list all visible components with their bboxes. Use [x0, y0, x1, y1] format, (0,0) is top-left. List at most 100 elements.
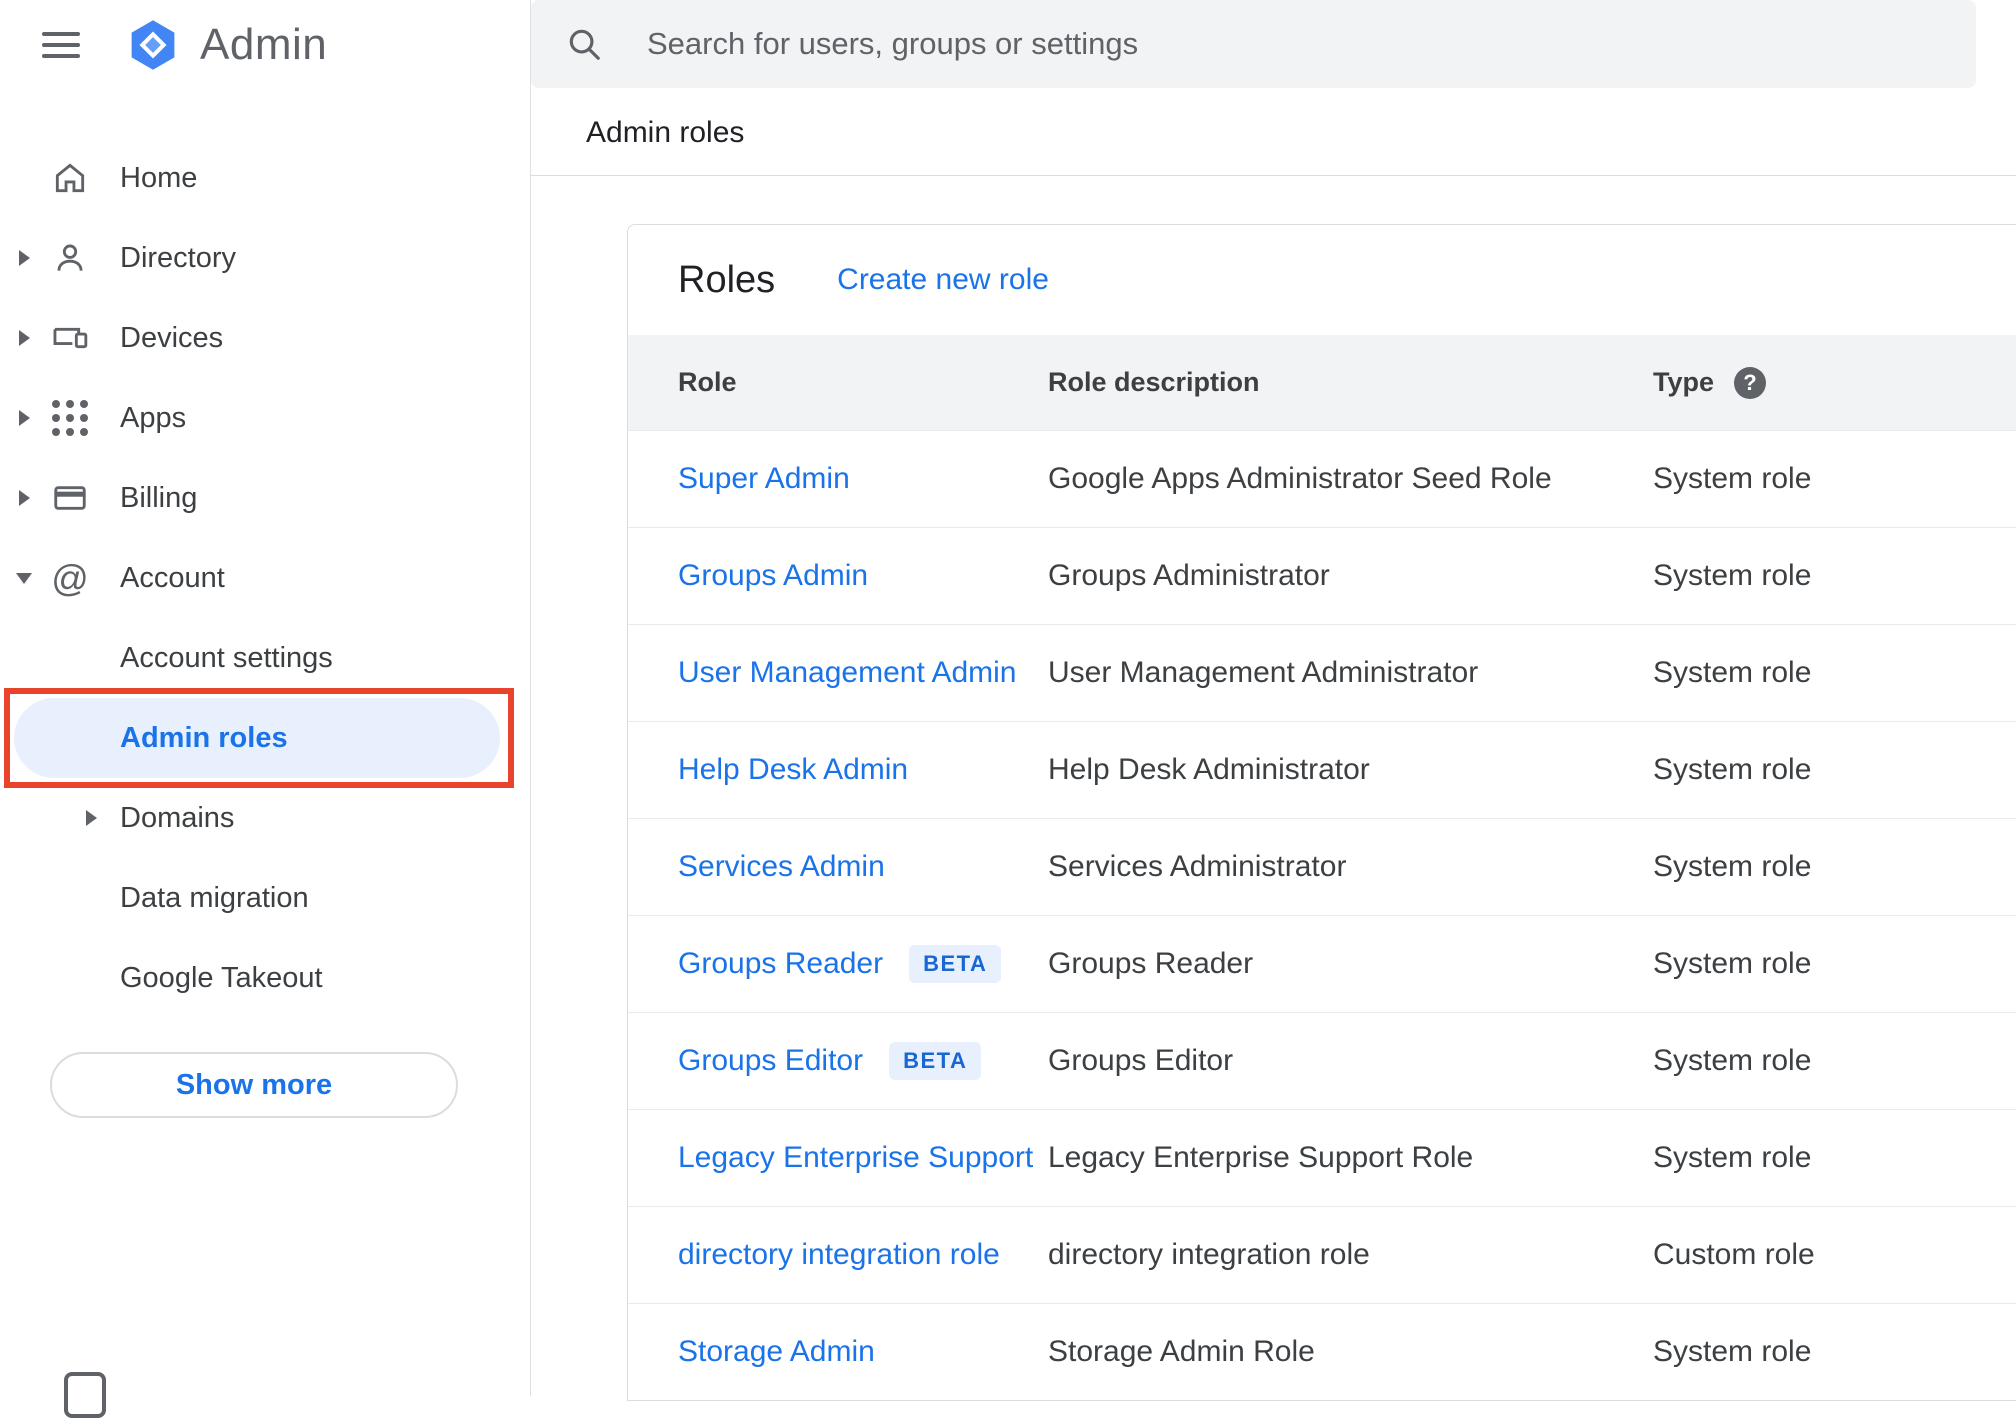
- sidebar-item-label: Apps: [120, 401, 187, 434]
- sidebar-item-google-takeout[interactable]: Google Takeout: [0, 938, 530, 1018]
- sidebar-item-devices[interactable]: Devices: [0, 298, 530, 378]
- table-row: Storage Admin Storage Admin Role System …: [628, 1303, 2016, 1400]
- sidebar-item-label: Home: [120, 161, 198, 194]
- role-type: System role: [1653, 753, 1812, 786]
- search-input[interactable]: [645, 25, 1942, 63]
- admin-logo[interactable]: Admin: [126, 18, 327, 72]
- apps-grid-icon: [48, 400, 92, 436]
- table-row: Groups Editor BETA Groups Editor System …: [628, 1012, 2016, 1109]
- column-header-description: Role description: [1048, 367, 1260, 397]
- role-description: User Management Administrator: [1048, 656, 1479, 689]
- role-type: System role: [1653, 462, 1812, 495]
- sidebar-item-apps[interactable]: Apps: [0, 378, 530, 458]
- table-row: Super Admin Google Apps Administrator Se…: [628, 430, 2016, 527]
- partial-sidebar-icon: [64, 1372, 106, 1418]
- role-description: Google Apps Administrator Seed Role: [1048, 462, 1552, 495]
- role-description: Groups Reader: [1048, 947, 1254, 980]
- sidebar-item-label: Directory: [120, 241, 237, 274]
- sidebar-item-label: Devices: [120, 321, 224, 354]
- card-title: Roles: [678, 258, 776, 301]
- help-icon[interactable]: ?: [1734, 366, 1767, 399]
- chevron-right-icon[interactable]: [0, 250, 48, 266]
- credit-card-icon: [48, 479, 92, 517]
- show-more-button[interactable]: Show more: [50, 1052, 458, 1118]
- chevron-down-icon[interactable]: [0, 572, 48, 584]
- hamburger-menu-icon[interactable]: [42, 32, 80, 58]
- beta-badge: BETA: [889, 1042, 982, 1080]
- chevron-right-icon[interactable]: [0, 410, 48, 426]
- sidebar-item-admin-roles[interactable]: Admin roles: [4, 688, 514, 788]
- sidebar-item-label: Data migration: [120, 881, 309, 914]
- table-row: Groups Admin Groups Administrator System…: [628, 527, 2016, 624]
- role-type: System role: [1653, 656, 1812, 689]
- admin-logo-icon: [131, 20, 175, 70]
- role-type: System role: [1653, 1141, 1812, 1174]
- role-link[interactable]: Super Admin: [678, 462, 850, 496]
- sidebar-item-label: Domains: [120, 801, 235, 834]
- column-header-role: Role: [678, 367, 737, 397]
- chevron-right-icon[interactable]: [0, 330, 48, 346]
- person-icon: [48, 239, 92, 277]
- at-sign-icon: @: [51, 557, 89, 599]
- role-link[interactable]: Help Desk Admin: [678, 753, 908, 787]
- sidebar-item-domains[interactable]: Domains: [0, 778, 530, 858]
- sidebar-item-label: Account: [120, 561, 225, 594]
- sidebar-item-billing[interactable]: Billing: [0, 458, 530, 538]
- sidebar-item-label: Google Takeout: [120, 961, 323, 994]
- breadcrumb: Admin roles: [586, 115, 745, 149]
- sidebar-item-label: Billing: [120, 481, 198, 514]
- role-link[interactable]: Storage Admin: [678, 1335, 875, 1369]
- role-link[interactable]: User Management Admin: [678, 656, 1017, 690]
- sidebar-header: Admin: [0, 0, 530, 90]
- role-description: Help Desk Administrator: [1048, 753, 1370, 786]
- role-type: System role: [1653, 1044, 1812, 1077]
- column-header-type-label: Type: [1653, 367, 1715, 397]
- search-bar[interactable]: [531, 0, 1976, 88]
- role-description: Storage Admin Role: [1048, 1335, 1315, 1368]
- sidebar-item-account-settings[interactable]: Account settings: [0, 618, 530, 698]
- role-type: System role: [1653, 947, 1812, 980]
- column-header-type: Type ?: [1653, 366, 2016, 399]
- chevron-right-icon[interactable]: [86, 810, 120, 826]
- role-link[interactable]: Groups Admin: [678, 559, 868, 593]
- main-content: Admin roles Roles Create new role Role R…: [530, 0, 2016, 1401]
- role-link[interactable]: Services Admin: [678, 850, 885, 884]
- home-icon: [48, 159, 92, 197]
- table-row: User Management Admin User Management Ad…: [628, 624, 2016, 721]
- create-new-role-link[interactable]: Create new role: [837, 263, 1049, 297]
- table-row: directory integration role directory int…: [628, 1206, 2016, 1303]
- role-description: directory integration role: [1048, 1238, 1370, 1271]
- role-description: Services Administrator: [1048, 850, 1347, 883]
- role-type: System role: [1653, 1335, 1812, 1368]
- sidebar: Admin Home Directory Devices Apps Billin…: [0, 0, 530, 1418]
- sidebar-item-data-migration[interactable]: Data migration: [0, 858, 530, 938]
- role-type: Custom role: [1653, 1238, 1815, 1271]
- devices-icon: [48, 319, 92, 357]
- table-row: Groups Reader BETA Groups Reader System …: [628, 915, 2016, 1012]
- chevron-right-icon[interactable]: [0, 490, 48, 506]
- sidebar-item-account[interactable]: @ Account: [0, 538, 530, 618]
- role-link[interactable]: Groups Editor: [678, 1044, 863, 1078]
- roles-card-header: Roles Create new role: [628, 225, 2016, 335]
- role-type: System role: [1653, 850, 1812, 883]
- sidebar-item-label: Account settings: [120, 641, 333, 674]
- roles-card: Roles Create new role Role Role descript…: [627, 224, 2016, 1401]
- sidebar-nav: Home Directory Devices Apps Billing @ Ac…: [0, 90, 530, 1118]
- sidebar-item-home[interactable]: Home: [0, 138, 530, 218]
- sidebar-item-label: Admin roles: [120, 721, 288, 754]
- search-row: [531, 0, 2016, 90]
- table-row: Help Desk Admin Help Desk Administrator …: [628, 721, 2016, 818]
- role-link[interactable]: Groups Reader: [678, 947, 883, 981]
- beta-badge: BETA: [909, 945, 1002, 983]
- sidebar-item-directory[interactable]: Directory: [0, 218, 530, 298]
- table-header-row: Role Role description Type ?: [628, 335, 2016, 430]
- admin-console: Admin Home Directory Devices Apps Billin…: [0, 0, 2016, 1418]
- role-link[interactable]: Legacy Enterprise Support: [678, 1141, 1033, 1175]
- role-link[interactable]: directory integration role: [678, 1238, 1000, 1272]
- table-row: Legacy Enterprise Support Legacy Enterpr…: [628, 1109, 2016, 1206]
- role-description: Groups Editor: [1048, 1044, 1234, 1077]
- app-name: Admin: [200, 20, 328, 69]
- role-description: Groups Administrator: [1048, 559, 1330, 592]
- breadcrumb-row: Admin roles: [531, 90, 2016, 176]
- search-icon: [569, 29, 600, 60]
